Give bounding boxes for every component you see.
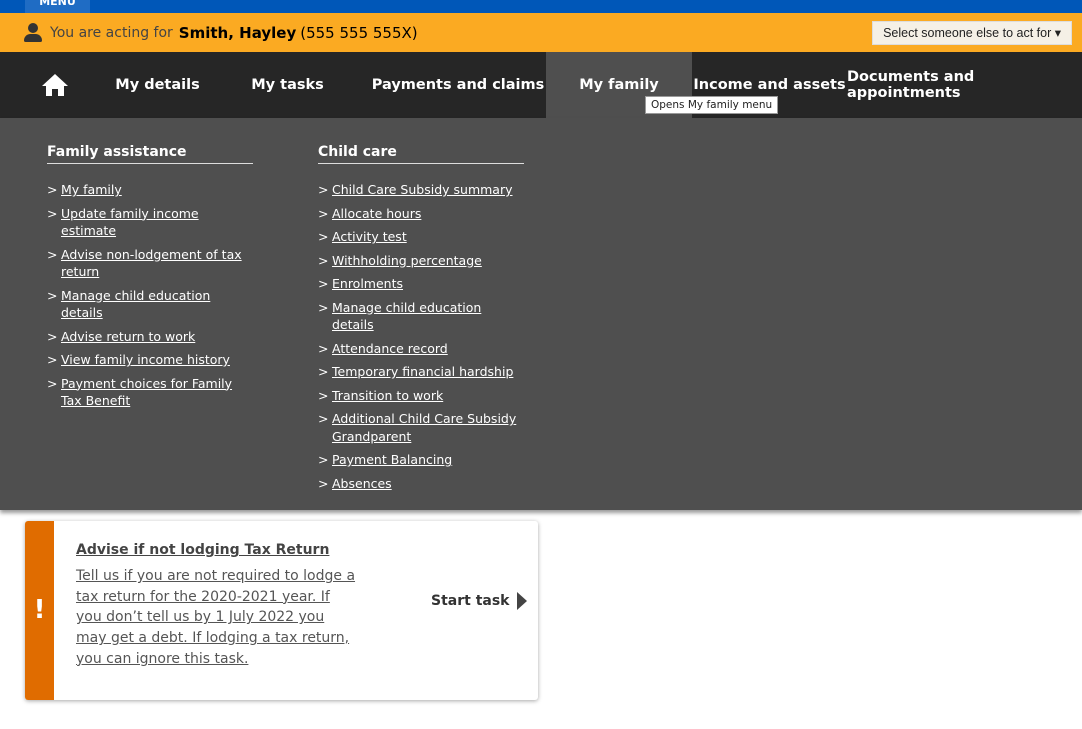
acting-for-label: You are acting for <box>50 24 173 41</box>
menu-list-item: Activity test <box>318 228 524 246</box>
main-nav: My details My tasks Payments and claims … <box>0 52 1082 118</box>
menu-list-item: My family <box>47 181 253 199</box>
menu-list-item: Manage child education details <box>47 287 253 322</box>
menu-link[interactable]: Manage child education details <box>332 300 481 333</box>
nav-payments-and-claims[interactable]: Payments and claims <box>370 52 546 118</box>
customer-name: Smith, Hayley <box>178 23 297 42</box>
child-care-column: Child care Child Care Subsidy summary All… <box>318 144 524 498</box>
menu-link[interactable]: Payment choices for Family Tax Benefit <box>61 376 232 409</box>
arrow-right-icon <box>517 592 528 610</box>
menu-link[interactable]: Withholding percentage <box>332 253 482 268</box>
menu-link[interactable]: Enrolments <box>332 276 403 291</box>
menu-link[interactable]: Payment Balancing <box>332 452 452 467</box>
menu-link[interactable]: Advise non-lodgement of tax return <box>61 247 242 280</box>
task-title-link[interactable]: Advise if not lodging Tax Return <box>76 542 329 558</box>
task-description-link[interactable]: Tell us if you are not required to lodge… <box>76 566 356 670</box>
menu-link[interactable]: Child Care Subsidy summary <box>332 182 513 197</box>
menu-link[interactable]: Absences <box>332 476 392 491</box>
menu-tab[interactable]: MENU <box>25 0 90 13</box>
menu-list-item: Advise return to work <box>47 328 253 346</box>
menu-list-item: Temporary financial hardship <box>318 363 524 381</box>
menu-link[interactable]: Transition to work <box>332 388 443 403</box>
acting-for-bar: You are acting for Smith, Hayley (555 55… <box>0 13 1082 52</box>
menu-list-item: Payment choices for Family Tax Benefit <box>47 375 253 410</box>
menu-list-item: View family income history <box>47 351 253 369</box>
task-card: ! Advise if not lodging Tax Return Tell … <box>25 521 538 700</box>
person-icon <box>24 22 42 43</box>
start-task-button[interactable]: Start task <box>431 592 528 610</box>
select-someone-else-button[interactable]: Select someone else to act for ▾ <box>872 21 1072 45</box>
menu-list-item: Allocate hours <box>318 205 524 223</box>
nav-documents-and-appointments[interactable]: Documents and appointments <box>847 52 1082 118</box>
menu-link[interactable]: Advise return to work <box>61 329 195 344</box>
menu-link[interactable]: Allocate hours <box>332 206 421 221</box>
family-assistance-heading: Family assistance <box>47 144 253 164</box>
menu-link[interactable]: Activity test <box>332 229 407 244</box>
menu-list-item: Payment Balancing <box>318 451 524 469</box>
menu-list-item: Transition to work <box>318 387 524 405</box>
customer-crn: (555 555 555X) <box>300 23 418 42</box>
menu-list-item: Advise non-lodgement of tax return <box>47 246 253 281</box>
menu-list-item: Withholding percentage <box>318 252 524 270</box>
menu-list-item: Additional Child Care Subsidy Grandparen… <box>318 410 524 445</box>
family-assistance-column: Family assistance My family Update family… <box>47 144 253 416</box>
nav-my-details[interactable]: My details <box>110 52 205 118</box>
menu-link[interactable]: Additional Child Care Subsidy Grandparen… <box>332 411 516 444</box>
start-task-label: Start task <box>431 593 510 609</box>
menu-link[interactable]: Manage child education details <box>61 288 210 321</box>
home-icon <box>42 74 68 96</box>
menu-link[interactable]: Temporary financial hardship <box>332 364 513 379</box>
my-family-tooltip: Opens My family menu <box>645 96 779 114</box>
menu-list-item: Update family income estimate <box>47 205 253 240</box>
top-bar: MENU <box>0 0 1082 13</box>
alert-icon: ! <box>25 521 54 700</box>
my-family-menu-panel: Family assistance My family Update family… <box>0 118 1082 510</box>
menu-link[interactable]: My family <box>61 182 122 197</box>
menu-list-item: Enrolments <box>318 275 524 293</box>
nav-my-tasks[interactable]: My tasks <box>205 52 370 118</box>
menu-link[interactable]: Attendance record <box>332 341 448 356</box>
menu-list-item: Absences <box>318 475 524 493</box>
menu-link[interactable]: Update family income estimate <box>61 206 199 239</box>
menu-list-item: Child Care Subsidy summary <box>318 181 524 199</box>
menu-list-item: Attendance record <box>318 340 524 358</box>
menu-list-item: Manage child education details <box>318 299 524 334</box>
menu-link[interactable]: View family income history <box>61 352 230 367</box>
child-care-heading: Child care <box>318 144 524 164</box>
home-button[interactable] <box>0 52 110 118</box>
